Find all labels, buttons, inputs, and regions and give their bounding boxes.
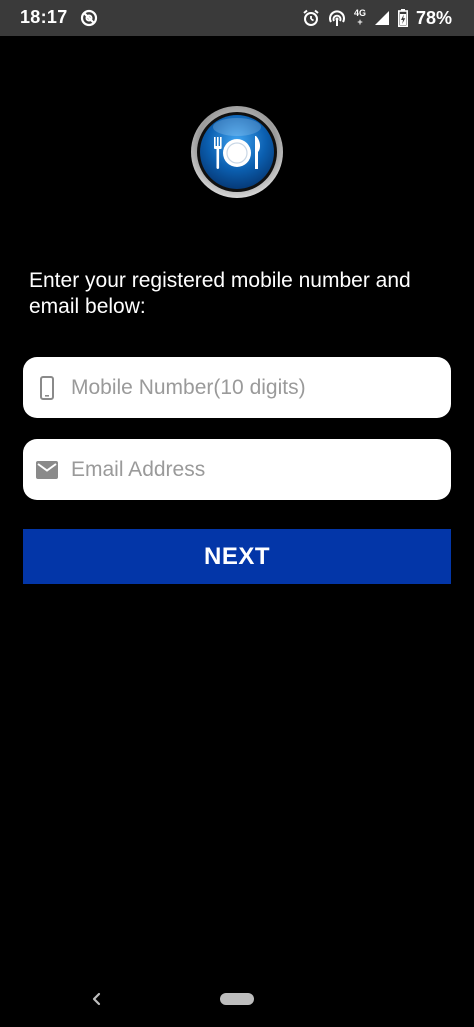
email-address-field[interactable] [23,439,451,500]
mobile-number-field[interactable] [23,357,451,418]
app-logo [190,105,284,199]
status-bar: 18:17 4G + 78% [0,0,474,36]
network-4g-icon: 4G + [354,9,366,27]
next-button[interactable]: NEXT [23,529,451,584]
email-address-input[interactable] [71,449,451,490]
status-time: 18:17 [20,7,68,27]
instruction-text: Enter your registered mobile number and … [29,269,411,318]
plate-cutlery-icon [191,106,283,198]
forgot-password-screen: 18:17 4G + 78% Enter your registered mob… [0,0,474,1027]
back-chevron-icon[interactable] [88,990,106,1008]
network-arrows-label: + [357,17,363,27]
battery-icon [397,9,408,27]
battery-percent: 78% [415,7,452,28]
signal-icon [374,10,390,26]
mobile-number-input[interactable] [71,367,451,408]
phone-icon [23,375,71,400]
home-pill-icon[interactable] [220,993,254,1005]
mail-icon [23,460,71,479]
sync-blocked-icon [80,9,98,27]
alarm-icon [302,9,320,27]
hotspot-icon [328,9,346,27]
status-icons: 4G + 78% [302,6,452,30]
